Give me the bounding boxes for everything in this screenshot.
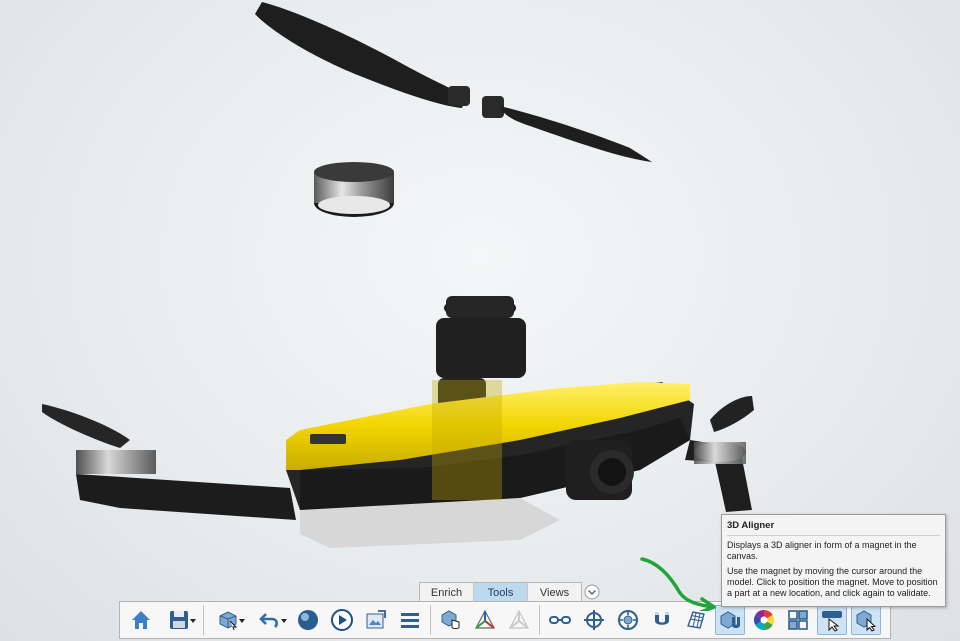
tooltip-title: 3D Aligner	[727, 520, 940, 536]
triad-disabled-icon	[509, 609, 529, 629]
part-select-icon	[219, 611, 238, 631]
pointer-tool-icon	[822, 611, 842, 632]
aligner-tooltip: 3D Aligner Displays a 3D aligner in form…	[721, 514, 946, 607]
tab-enrich[interactable]: Enrich	[420, 583, 474, 602]
magnet-icon	[655, 612, 669, 625]
aligner-3d-icon	[720, 611, 740, 629]
toolbar-separator	[539, 605, 540, 635]
link-button[interactable]	[545, 605, 575, 635]
collapse-toolbar-button[interactable]	[583, 583, 601, 600]
save-icon	[170, 611, 188, 629]
part-cursor-icon	[856, 610, 877, 632]
toolbar-tabs: Enrich Tools Views	[419, 582, 582, 602]
tab-tools[interactable]: Tools	[474, 583, 528, 602]
save-button[interactable]	[160, 605, 198, 635]
tab-views[interactable]: Views	[528, 583, 581, 602]
drone-camera[interactable]	[566, 440, 634, 500]
undo-button[interactable]	[251, 605, 289, 635]
home-icon	[132, 611, 150, 629]
layout-grid-icon	[788, 610, 808, 630]
select-part-button[interactable]	[209, 605, 247, 635]
chevron-down-icon	[584, 584, 600, 599]
color-wheel-icon	[753, 609, 775, 631]
triad-disabled-button	[504, 605, 534, 635]
toolbar-separator	[203, 605, 204, 635]
export-image-button[interactable]	[361, 605, 391, 635]
export-image-icon	[366, 610, 386, 629]
layout-grid-button[interactable]	[783, 605, 813, 635]
target-button[interactable]	[579, 605, 609, 635]
triad-icon	[475, 609, 495, 629]
part-cursor-button[interactable]	[851, 605, 881, 635]
explode-icon	[618, 610, 638, 630]
target-icon	[584, 610, 604, 630]
grid-plane-icon	[687, 611, 705, 629]
hand-select-icon	[441, 610, 460, 629]
play-button[interactable]	[327, 605, 357, 635]
home-button[interactable]	[126, 605, 156, 635]
exploded-motor-ring[interactable]	[314, 162, 394, 217]
drone-body[interactable]	[286, 380, 694, 548]
exploded-propeller[interactable]	[255, 2, 652, 162]
tooltip-description: Displays a 3D aligner in form of a magne…	[727, 540, 917, 561]
list-menu-button[interactable]	[395, 605, 425, 635]
undo-icon	[259, 613, 278, 628]
hand-select-button[interactable]	[436, 605, 466, 635]
render-sphere-icon	[298, 610, 318, 630]
tooltip-usage: Use the magnet by moving the cursor arou…	[727, 566, 938, 598]
render-mode-button[interactable]	[293, 605, 323, 635]
color-wheel-button[interactable]	[749, 605, 779, 635]
triad-button[interactable]	[470, 605, 500, 635]
list-menu-icon	[401, 613, 419, 628]
play-icon	[331, 609, 353, 631]
pointer-tool-button[interactable]	[817, 605, 847, 635]
link-chain-icon	[549, 616, 571, 624]
toolbar-separator	[430, 605, 431, 635]
annotation-arrow-icon	[640, 557, 716, 611]
